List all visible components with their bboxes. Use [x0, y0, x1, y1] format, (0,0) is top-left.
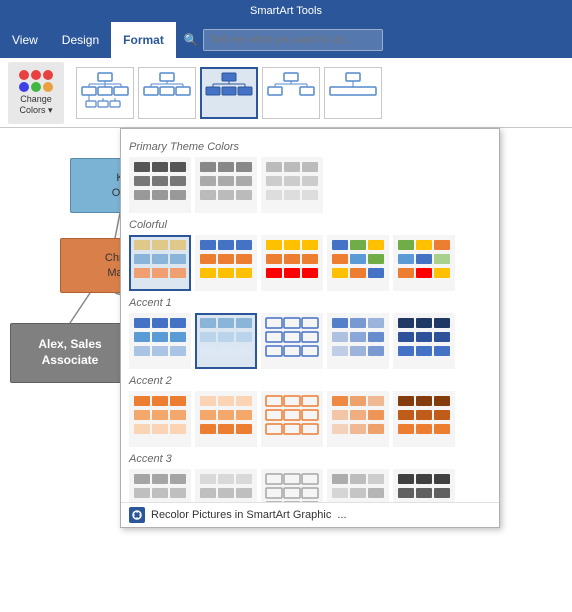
- accent2-grid: [129, 391, 491, 447]
- accent1-option-5[interactable]: [393, 313, 455, 369]
- recolor-footer-text: Recolor Pictures in SmartArt Graphic: [151, 509, 331, 521]
- colorful-option-4[interactable]: [327, 235, 389, 291]
- colorful-option-3[interactable]: [261, 235, 323, 291]
- ribbon-content: ChangeColors ▾: [0, 58, 572, 128]
- title-bar-text: SmartArt Tools: [8, 5, 564, 17]
- dot-red3: [43, 70, 53, 80]
- dot-orange: [43, 82, 53, 92]
- primary-theme-option-2[interactable]: [195, 157, 257, 213]
- color-dots-icon: [19, 70, 53, 92]
- recolor-footer-more: ...: [337, 509, 346, 521]
- colorful-option-1[interactable]: [129, 235, 191, 291]
- colorful-option-2[interactable]: [195, 235, 257, 291]
- accent1-option-4[interactable]: [327, 313, 389, 369]
- accent1-option-1[interactable]: [129, 313, 191, 369]
- ribbon: View Design Format 🔍: [0, 22, 572, 58]
- layout-thumb-3-svg: [204, 71, 254, 115]
- dot-red2: [31, 70, 41, 80]
- accent2-option-3[interactable]: [261, 391, 323, 447]
- section-primary-theme: Primary Theme Colors: [129, 141, 491, 153]
- recolor-icon: [129, 507, 145, 523]
- change-colors-dropdown: Primary Theme Colors: [120, 128, 500, 528]
- dropdown-scroll-area[interactable]: Primary Theme Colors: [121, 129, 499, 502]
- primary-theme-grid: [129, 157, 491, 213]
- colorful-grid: [129, 235, 491, 291]
- accent3-option-2[interactable]: [195, 469, 257, 502]
- main-area: KOw ChriMa Alex, SalesAssociate Son, Sal…: [0, 128, 572, 612]
- layout-thumb-4[interactable]: [262, 67, 320, 119]
- layout-thumb-4-svg: [266, 71, 316, 115]
- layout-thumb-3[interactable]: [200, 67, 258, 119]
- layout-thumb-2[interactable]: [138, 67, 196, 119]
- dot-red: [19, 70, 29, 80]
- layout-thumb-1[interactable]: [76, 67, 134, 119]
- ribbon-search-input[interactable]: [203, 29, 383, 51]
- layout-thumb-5[interactable]: [324, 67, 382, 119]
- recolor-pictures-footer[interactable]: Recolor Pictures in SmartArt Graphic ...: [121, 502, 499, 527]
- dot-blue: [19, 82, 29, 92]
- accent1-option-2[interactable]: [195, 313, 257, 369]
- tab-format[interactable]: Format: [111, 22, 176, 58]
- search-icon: 🔍: [184, 33, 199, 47]
- layout-thumb-2-svg: [142, 71, 192, 115]
- accent2-option-2[interactable]: [195, 391, 257, 447]
- accent3-grid: [129, 469, 491, 502]
- section-accent2: Accent 2: [129, 375, 491, 387]
- accent3-option-3[interactable]: [261, 469, 323, 502]
- colorful-option-5[interactable]: [393, 235, 455, 291]
- accent3-option-5[interactable]: [393, 469, 455, 502]
- title-bar: SmartArt Tools: [0, 0, 572, 22]
- primary-theme-option-3[interactable]: [261, 157, 323, 213]
- accent3-option-4[interactable]: [327, 469, 389, 502]
- tab-view[interactable]: View: [0, 22, 50, 58]
- change-colors-label: ChangeColors ▾: [19, 94, 52, 116]
- accent1-grid: [129, 313, 491, 369]
- ribbon-search-area: 🔍: [184, 22, 572, 58]
- primary-theme-option-1[interactable]: [129, 157, 191, 213]
- accent2-option-1[interactable]: [129, 391, 191, 447]
- section-accent1: Accent 1: [129, 297, 491, 309]
- accent2-option-4[interactable]: [327, 391, 389, 447]
- accent2-option-5[interactable]: [393, 391, 455, 447]
- layout-thumb-5-svg: [328, 71, 378, 115]
- tab-design[interactable]: Design: [50, 22, 111, 58]
- shape-alex[interactable]: Alex, SalesAssociate: [10, 323, 130, 383]
- accent3-option-1[interactable]: [129, 469, 191, 502]
- section-accent3: Accent 3: [129, 453, 491, 465]
- dot-green: [31, 82, 41, 92]
- layout-thumb-1-svg: [80, 71, 130, 115]
- accent1-option-3[interactable]: [261, 313, 323, 369]
- change-colors-button[interactable]: ChangeColors ▾: [8, 62, 64, 124]
- section-colorful: Colorful: [129, 219, 491, 231]
